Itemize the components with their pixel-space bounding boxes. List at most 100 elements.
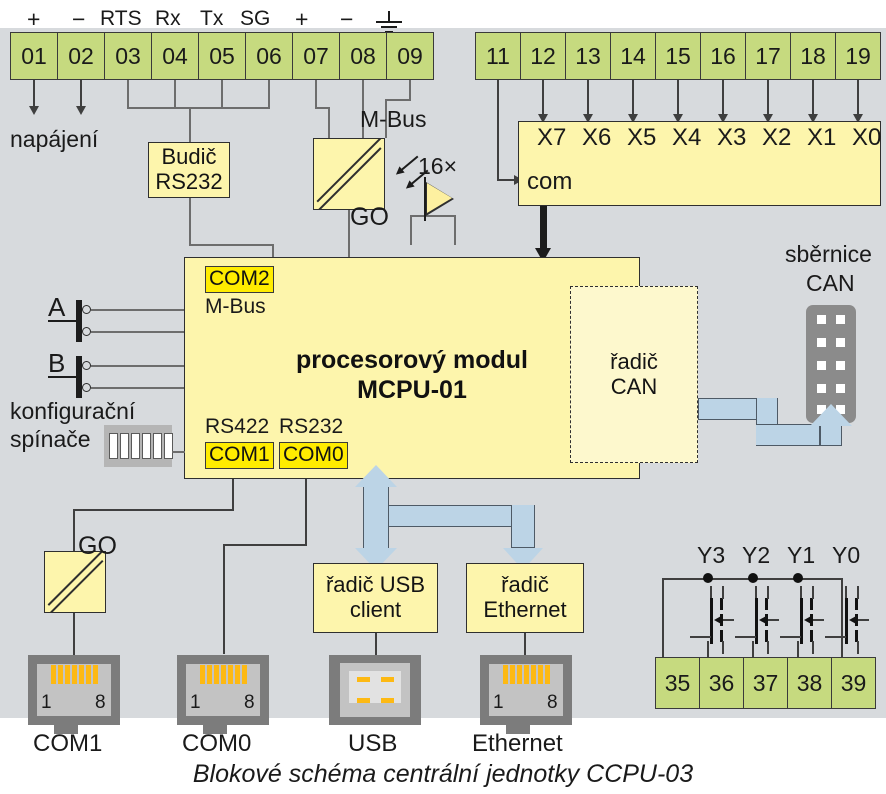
- block-usb-controller[interactable]: řadič USB client: [313, 563, 438, 633]
- button-a-terminal-2[interactable]: [82, 327, 91, 336]
- com0-pin-1: 1: [190, 692, 201, 713]
- com0-pin-8: 8: [244, 692, 255, 713]
- wire-t07-v2: [328, 107, 330, 138]
- signal-label-01: +: [27, 6, 41, 32]
- block-can-controller[interactable]: řadič CAN: [570, 286, 698, 463]
- input-channel-x7: X7: [537, 124, 567, 151]
- wire-dip-to-cpu: [172, 451, 185, 453]
- wire-x7: [542, 80, 544, 116]
- terminal-39[interactable]: 39: [831, 657, 876, 709]
- wire-t09-down: [409, 80, 411, 100]
- usb-ctrl-line1: řadič USB: [325, 572, 426, 598]
- wire-x1: [812, 80, 814, 116]
- terminal-12[interactable]: 12: [520, 32, 566, 80]
- terminal-02[interactable]: 02: [57, 32, 105, 80]
- mosfet-y2: [735, 586, 779, 654]
- block-ethernet-controller[interactable]: řadič Ethernet: [466, 563, 584, 633]
- wire-rs232-bus: [127, 107, 270, 109]
- diagram-background-notch: [420, 0, 886, 28]
- output-channel-y1: Y1: [787, 542, 816, 568]
- terminal-38[interactable]: 38: [787, 657, 832, 709]
- node-y1: [793, 573, 803, 583]
- terminal-14[interactable]: 14: [610, 32, 656, 80]
- input-common-label: com: [527, 168, 573, 195]
- arrowhead-power-minus: [76, 106, 86, 115]
- wire-t05-down: [221, 80, 223, 108]
- connector-com1[interactable]: 1 8: [28, 655, 120, 734]
- mosfet-y1: [780, 586, 824, 654]
- button-a-stem: [48, 320, 78, 322]
- cpu-com1-tag: COM1: [205, 442, 274, 469]
- terminal-16[interactable]: 16: [700, 32, 746, 80]
- terminal-15[interactable]: 15: [655, 32, 701, 80]
- wire-x0: [857, 80, 859, 116]
- connector-com0[interactable]: 1 8: [177, 655, 269, 734]
- wire-bus-to-driver: [189, 107, 191, 142]
- terminal-13[interactable]: 13: [565, 32, 611, 80]
- galvanic-isolator-bottom[interactable]: [44, 551, 106, 613]
- terminal-11[interactable]: 11: [475, 32, 521, 80]
- terminal-01[interactable]: 01: [10, 32, 58, 80]
- eth-pin-1: 1: [493, 692, 504, 713]
- dip-switch-2[interactable]: [120, 433, 129, 459]
- eth-ctrl-line1: řadič: [501, 572, 549, 598]
- terminal-35[interactable]: 35: [655, 657, 700, 709]
- connector-usb[interactable]: [329, 655, 421, 725]
- connector-ethernet[interactable]: 1 8: [480, 655, 572, 734]
- wire-com0-v2: [223, 544, 225, 654]
- power-label: napájení: [10, 126, 99, 152]
- wire-out-35: [662, 578, 664, 658]
- driver-line2: RS232: [155, 169, 223, 194]
- button-b-terminal-2[interactable]: [82, 383, 91, 392]
- button-a-terminal-1[interactable]: [82, 305, 91, 314]
- cpu-com2-tag: COM2: [205, 266, 274, 293]
- dip-switch-4[interactable]: [142, 433, 151, 459]
- button-a-bar[interactable]: [76, 300, 82, 342]
- terminal-06[interactable]: 06: [245, 32, 293, 80]
- signal-label-02: −: [72, 6, 86, 32]
- wire-t06-down: [268, 80, 270, 108]
- wire-x2: [767, 80, 769, 116]
- dip-switch-3[interactable]: [131, 433, 140, 459]
- terminal-37[interactable]: 37: [743, 657, 788, 709]
- wire-b1-to-cpu: [91, 365, 184, 367]
- wire-t09-h: [385, 99, 411, 101]
- arrowhead-power-plus: [29, 106, 39, 115]
- signal-label-06: SG: [240, 7, 271, 30]
- dip-switch-bank[interactable]: [104, 425, 173, 467]
- wire-power-minus: [80, 80, 82, 108]
- bus-cpu-arrow-up: [355, 465, 397, 487]
- terminal-36[interactable]: 36: [699, 657, 744, 709]
- signal-label-08: −: [340, 6, 354, 32]
- block-digital-inputs[interactable]: X7 X6 X5 X4 X3 X2 X1 X0 com: [518, 121, 881, 206]
- wire-com1-v2: [73, 509, 75, 551]
- dip-switch-6[interactable]: [164, 433, 173, 459]
- terminal-07[interactable]: 07: [292, 32, 340, 80]
- terminal-17[interactable]: 17: [745, 32, 791, 80]
- dip-switch-1[interactable]: [109, 433, 118, 459]
- wire-x3: [722, 80, 724, 116]
- terminal-19[interactable]: 19: [835, 32, 881, 80]
- galvanic-isolator-top[interactable]: [313, 138, 385, 210]
- eth-ctrl-line2: Ethernet: [483, 597, 567, 622]
- wire-out-38: [797, 641, 799, 658]
- input-channel-x2: X2: [762, 124, 792, 151]
- dip-switch-5[interactable]: [153, 433, 162, 459]
- bus-can-seg3: [756, 424, 820, 446]
- button-b-bar[interactable]: [76, 356, 82, 398]
- button-b-stem: [48, 376, 78, 378]
- terminal-18[interactable]: 18: [790, 32, 836, 80]
- terminal-08[interactable]: 08: [339, 32, 387, 80]
- wire-com1-h: [73, 509, 233, 511]
- wire-com0-v1: [305, 479, 307, 546]
- bus-can-arrowhead: [810, 404, 852, 426]
- ground-icon: [372, 11, 406, 33]
- terminal-09[interactable]: 09: [386, 32, 434, 80]
- block-rs232-driver[interactable]: Budič RS232: [148, 142, 230, 198]
- button-b-terminal-1[interactable]: [82, 361, 91, 370]
- terminal-05[interactable]: 05: [198, 32, 246, 80]
- wire-go-to-com1: [73, 613, 75, 655]
- terminal-03[interactable]: 03: [104, 32, 152, 80]
- cpu-com0-tag: COM0: [279, 442, 348, 469]
- terminal-04[interactable]: 04: [151, 32, 199, 80]
